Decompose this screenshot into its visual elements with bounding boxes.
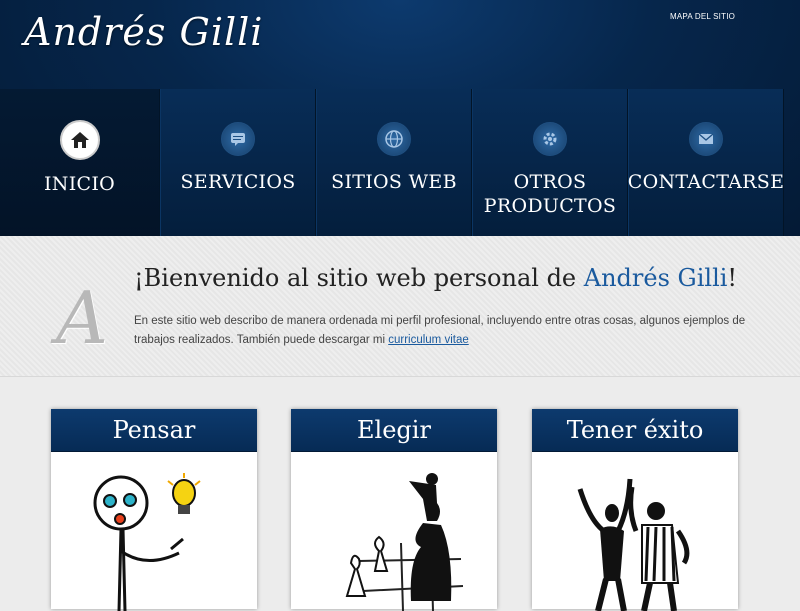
chat-icon: [221, 122, 255, 156]
nav-label: OTROS PRODUCTOS: [483, 171, 617, 217]
main-nav: INICIO SERVICIOS SITIOS WEB OTROS PRODUC…: [0, 89, 800, 236]
nav-label: INICIO: [43, 173, 116, 195]
welcome-section: A ¡Bienvenido al sitio web personal de A…: [0, 236, 800, 377]
thinking-figure-illustration: [93, 473, 201, 611]
nav-item-otros-productos[interactable]: OTROS PRODUCTOS: [472, 89, 628, 236]
nav-item-sitios-web[interactable]: SITIOS WEB: [316, 89, 472, 236]
welcome-title-name: Andrés Gilli: [583, 264, 728, 292]
card-title: Elegir: [291, 409, 497, 452]
home-icon: [59, 120, 100, 160]
card-elegir[interactable]: Elegir: [291, 409, 497, 611]
decorative-initial: A: [56, 276, 108, 360]
nav-item-servicios[interactable]: SERVICIOS: [160, 89, 316, 236]
nav-label: SITIOS WEB: [331, 171, 457, 193]
card-pensar[interactable]: Pensar: [51, 409, 257, 611]
nav-label: SERVICIOS: [180, 171, 296, 193]
gear-icon: [533, 122, 567, 156]
welcome-text: En este sitio web describo de manera ord…: [134, 312, 774, 350]
mail-icon: [689, 122, 723, 156]
card-title: Pensar: [51, 409, 257, 452]
card-tener-exito[interactable]: Tener éxito: [532, 409, 738, 611]
nav-item-inicio[interactable]: INICIO: [0, 89, 160, 236]
sitemap-link[interactable]: MAPA DEL SITIO: [670, 12, 735, 21]
site-logo[interactable]: Andrés Gilli: [24, 10, 263, 54]
globe-icon: [377, 122, 411, 156]
welcome-title: ¡Bienvenido al sitio web personal de And…: [134, 264, 737, 292]
chess-pieces-illustration: [345, 473, 464, 611]
nav-item-contactarse[interactable]: CONTACTARSE: [628, 89, 784, 236]
celebrating-figures-illustration: [577, 478, 690, 611]
nav-label: CONTACTARSE: [627, 171, 785, 193]
welcome-title-text: ¡Bienvenido al sitio web personal de: [134, 264, 584, 292]
cv-link[interactable]: curriculum vitae: [388, 334, 469, 346]
welcome-title-end: !: [727, 264, 738, 292]
card-title: Tener éxito: [532, 409, 738, 452]
header: Andrés Gilli MAPA DEL SITIO INICIO SERVI…: [0, 0, 800, 236]
